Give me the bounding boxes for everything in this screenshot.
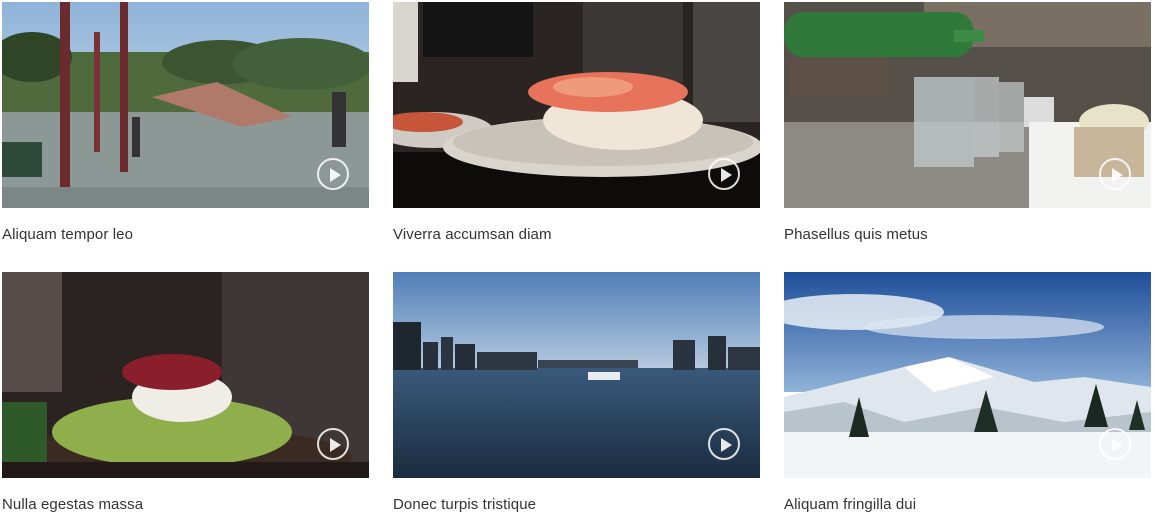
play-circle-icon[interactable]: [317, 158, 349, 190]
playground-image: [2, 2, 369, 208]
video-thumbnail[interactable]: [393, 272, 760, 478]
play-circle-icon[interactable]: [708, 428, 740, 460]
video-card[interactable]: Phasellus quis metus: [784, 2, 1151, 243]
video-thumbnail[interactable]: [393, 2, 760, 208]
video-card[interactable]: Viverra accumsan diam: [393, 2, 760, 243]
video-card[interactable]: Aliquam tempor leo: [2, 2, 369, 243]
video-gallery: Aliquam tempor leo Viverra accumsan diam…: [0, 0, 1154, 520]
video-thumbnail[interactable]: [2, 272, 369, 478]
sushi-image: [393, 2, 760, 208]
avocado-toast-image: [2, 272, 369, 478]
video-thumbnail[interactable]: [784, 272, 1151, 478]
video-title[interactable]: Phasellus quis metus: [784, 226, 1151, 243]
play-circle-icon[interactable]: [1099, 428, 1131, 460]
video-thumbnail[interactable]: [2, 2, 369, 208]
play-circle-icon[interactable]: [1099, 158, 1131, 190]
video-title[interactable]: Aliquam fringilla dui: [784, 496, 1151, 513]
drinks-image: [784, 2, 1151, 208]
video-card[interactable]: Nulla egestas massa: [2, 272, 369, 513]
snowy-mountain-image: [784, 272, 1151, 478]
video-title[interactable]: Aliquam tempor leo: [2, 226, 369, 243]
video-title[interactable]: Nulla egestas massa: [2, 496, 369, 513]
video-title[interactable]: Donec turpis tristique: [393, 496, 760, 513]
river-city-image: [393, 272, 760, 478]
play-circle-icon[interactable]: [317, 428, 349, 460]
video-title[interactable]: Viverra accumsan diam: [393, 226, 760, 243]
video-card[interactable]: Aliquam fringilla dui: [784, 272, 1151, 513]
video-card[interactable]: Donec turpis tristique: [393, 272, 760, 513]
play-circle-icon[interactable]: [708, 158, 740, 190]
video-thumbnail[interactable]: [784, 2, 1151, 208]
